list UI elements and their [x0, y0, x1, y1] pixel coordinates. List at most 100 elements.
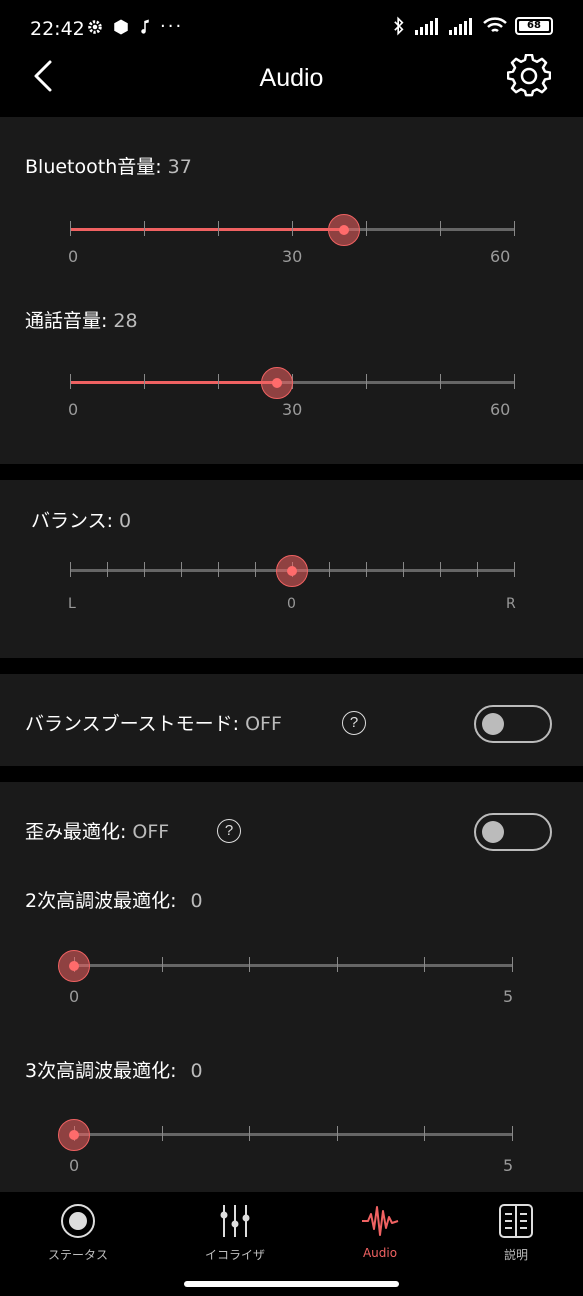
- slider-tick: [424, 1126, 426, 1141]
- slider-tick: [255, 562, 256, 577]
- distortion-toggle[interactable]: [474, 813, 552, 851]
- harmonic2-label: 2次高調波最適化: 0: [25, 890, 203, 912]
- slider-tick: [477, 562, 478, 577]
- balance-boost-toggle[interactable]: [474, 705, 552, 743]
- slider-thumb[interactable]: [261, 367, 294, 399]
- slider-tick: [70, 221, 71, 236]
- slider-tick: [161, 1126, 163, 1141]
- slider-tick: [336, 1126, 338, 1141]
- slider-tick: [144, 221, 145, 236]
- balance-boost-card: バランスブーストモード: OFF ?: [0, 674, 583, 766]
- distortion-help-icon[interactable]: ?: [217, 819, 241, 843]
- signal-icon-2: [449, 18, 472, 35]
- harmonic3-value: 0: [190, 1060, 203, 1082]
- slider-tick: [181, 562, 182, 577]
- slider-tick: [249, 1126, 251, 1141]
- balance-label: バランス: 0: [31, 510, 132, 532]
- slider-tick: [218, 374, 219, 389]
- distortion-card: 歪み最適化: OFF ? 2次高調波最適化: 0 0 5 3次高調波最適化: 0 0 …: [0, 782, 583, 1192]
- slider-tick: [514, 562, 515, 577]
- battery-indicator: 68: [515, 17, 553, 35]
- manual-book-icon: [499, 1204, 533, 1238]
- wifi-icon: [483, 17, 507, 33]
- bt-scale-min: 0: [68, 247, 79, 266]
- slider-tick: [440, 562, 441, 577]
- balance-boost-label: バランスブーストモード: OFF: [25, 713, 282, 735]
- harmonic3-label: 3次高調波最適化: 0: [25, 1060, 203, 1082]
- slider-tick: [329, 562, 330, 577]
- slider-tick: [144, 374, 145, 389]
- nav-status-label: ステータス: [47, 1248, 108, 1262]
- home-indicator[interactable]: [184, 1281, 399, 1287]
- audio-waveform-icon: [362, 1206, 399, 1236]
- slider-tick: [424, 957, 426, 972]
- slider-track: [74, 964, 512, 967]
- slider-tick: [366, 562, 367, 577]
- balance-scale-left: L: [68, 596, 76, 612]
- balance-value: 0: [119, 510, 132, 532]
- harmonic3-slider[interactable]: [58, 1119, 513, 1161]
- slider-tick: [366, 221, 367, 236]
- app-cube-icon: [114, 19, 128, 34]
- status-time: 22:42: [30, 18, 85, 40]
- settings-gear-icon[interactable]: [507, 54, 551, 98]
- slider-tick: [107, 562, 108, 577]
- balance-boost-value: OFF: [245, 713, 282, 735]
- nav-audio-label: Audio: [362, 1246, 398, 1260]
- nav-status[interactable]: ステータス: [18, 1202, 138, 1263]
- harmonic2-scale-min: 0: [69, 987, 80, 1006]
- distortion-value: OFF: [132, 821, 170, 843]
- slider-tick: [336, 957, 338, 972]
- equalizer-sliders-icon: [220, 1205, 250, 1237]
- nav-audio[interactable]: Audio: [320, 1202, 440, 1260]
- slider-track: [74, 1133, 512, 1136]
- harmonic2-slider[interactable]: [58, 950, 513, 992]
- harmonic3-scale-max: 5: [503, 1156, 514, 1175]
- call-scale-min: 0: [68, 400, 79, 419]
- balance-slider[interactable]: [70, 555, 515, 597]
- call-scale-mid: 30: [282, 400, 303, 419]
- balance-scale-right: R: [506, 596, 516, 612]
- bt-scale-max: 60: [490, 247, 511, 266]
- slider-fill: [70, 381, 278, 384]
- slider-thumb[interactable]: [58, 950, 90, 982]
- nav-manual[interactable]: 説明: [456, 1202, 576, 1263]
- slider-tick: [514, 221, 515, 236]
- slider-thumb[interactable]: [327, 214, 360, 246]
- slider-tick: [514, 374, 515, 389]
- battery-level: 68: [519, 21, 549, 31]
- slider-fill: [70, 228, 344, 231]
- bt-volume-value: 37: [167, 156, 192, 178]
- app-header: Audio: [0, 50, 583, 108]
- slider-thumb[interactable]: [276, 555, 308, 587]
- slider-tick: [440, 374, 441, 389]
- slider-tick: [70, 374, 71, 389]
- page-title: Audio: [259, 64, 324, 92]
- slider-tick: [144, 562, 145, 577]
- bt-scale-mid: 30: [282, 247, 303, 266]
- more-notifications-icon: ···: [160, 16, 184, 37]
- nav-manual-label: 説明: [503, 1248, 528, 1262]
- balance-scale-center: 0: [287, 596, 296, 612]
- slider-thumb[interactable]: [58, 1119, 90, 1151]
- slider-tick: [512, 1126, 513, 1141]
- slider-tick: [218, 562, 219, 577]
- call-volume-label: 通話音量: 28: [25, 310, 138, 332]
- slider-tick: [249, 957, 251, 972]
- balance-card: バランス: 0 L 0 R: [0, 480, 583, 658]
- nav-equalizer-label: イコライザ: [204, 1248, 265, 1262]
- slider-tick: [70, 562, 71, 577]
- music-note-icon: [141, 19, 149, 34]
- volume-card: Bluetooth音量: 37 0 30 60 通話音量: 28 0 30 60: [0, 117, 583, 464]
- bt-volume-label: Bluetooth音量: 37: [25, 156, 192, 178]
- bluetooth-icon: [394, 16, 404, 36]
- balance-boost-help-icon[interactable]: ?: [342, 711, 366, 735]
- toggle-knob: [482, 713, 504, 735]
- slider-tick: [366, 374, 367, 389]
- nav-equalizer[interactable]: イコライザ: [175, 1202, 295, 1263]
- settings-gear-small-icon: [88, 19, 102, 34]
- distortion-label: 歪み最適化: OFF: [25, 821, 170, 843]
- slider-tick: [440, 221, 441, 236]
- slider-tick: [292, 221, 293, 236]
- slider-tick: [403, 562, 404, 577]
